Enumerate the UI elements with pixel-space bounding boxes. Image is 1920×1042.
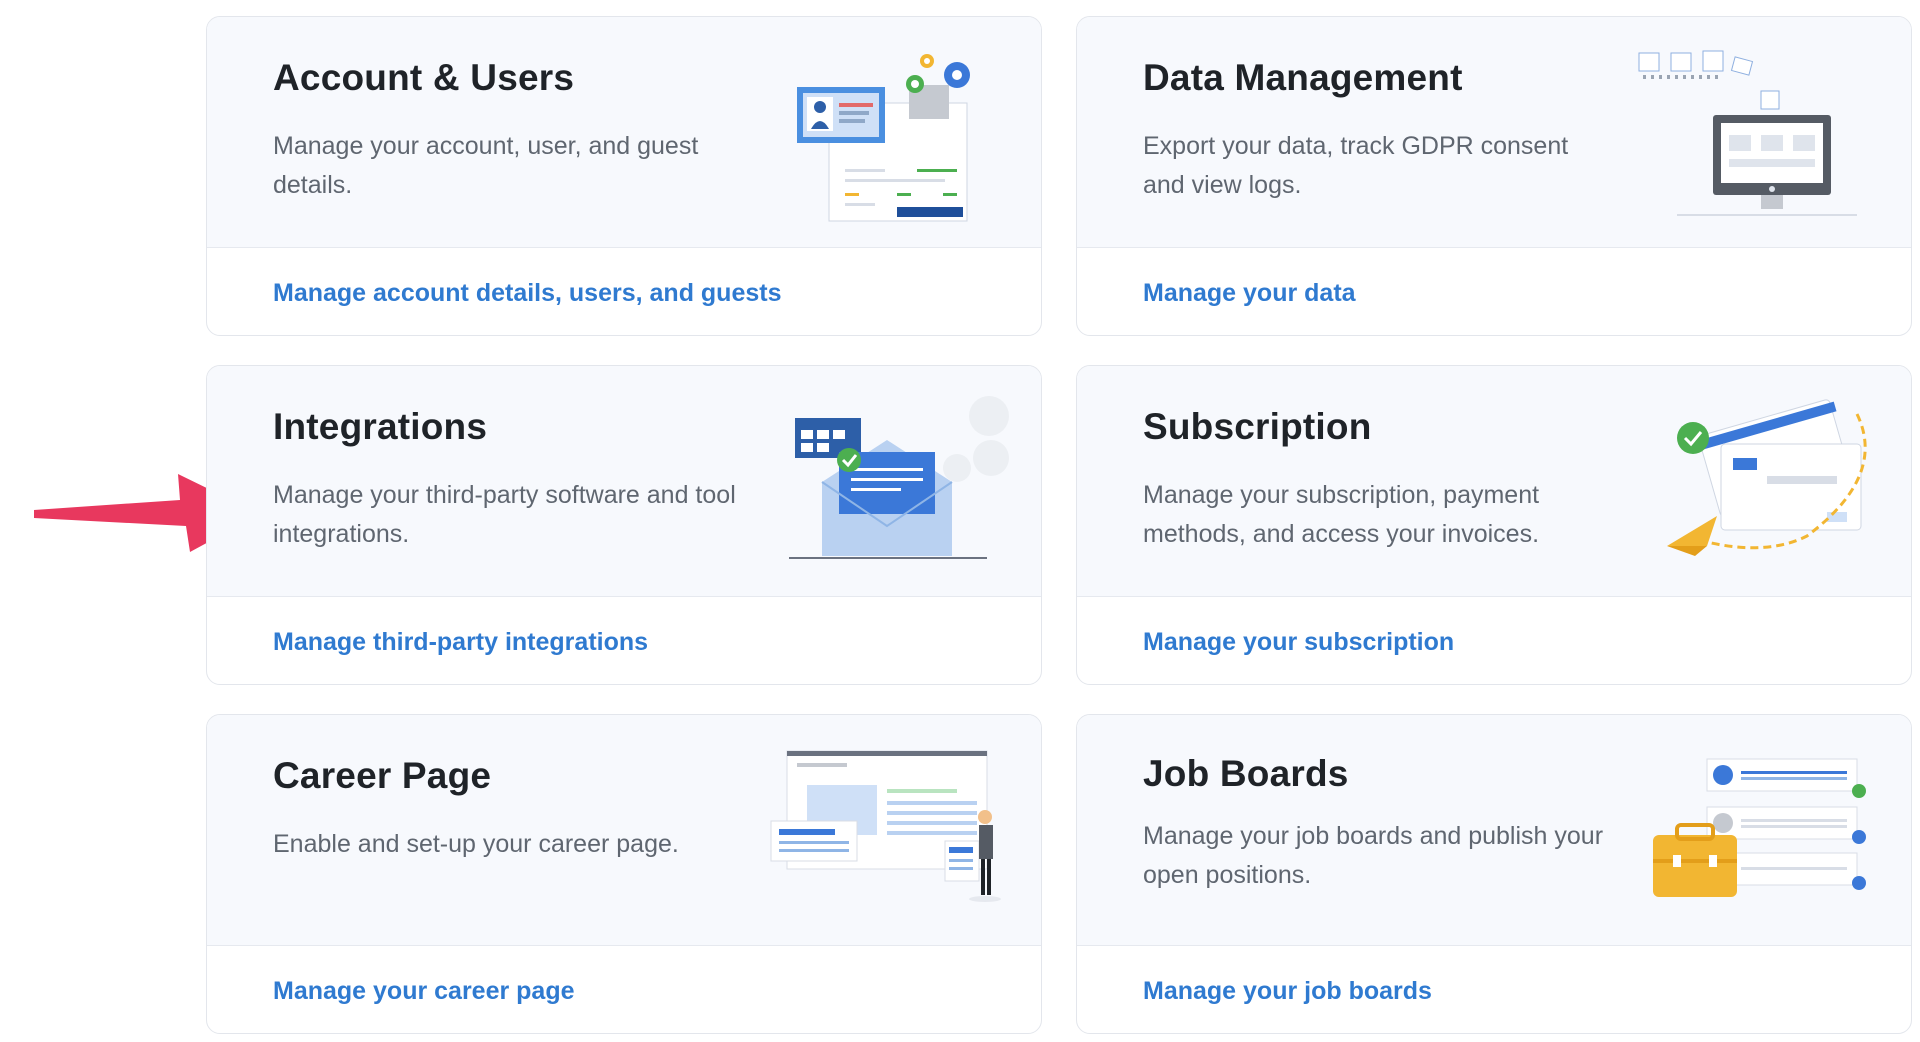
data-management-illustration <box>1638 50 1857 216</box>
card-career-page: Career Page Enable and set-up your caree… <box>206 714 1042 1034</box>
card-description: Manage your subscription, payment method… <box>1143 481 1540 548</box>
card-title: Career Page <box>273 755 492 796</box>
card-description: Enable and set-up your career page. <box>273 830 679 858</box>
manage-career-page-link[interactable]: Manage your career page <box>273 977 575 1006</box>
job-boards-illustration <box>1653 758 1866 897</box>
card-description: Manage your job boards and publish your … <box>1143 822 1604 889</box>
card-title: Account & Users <box>273 57 575 98</box>
card-description: Manage your third-party software and too… <box>273 481 736 548</box>
card-title: Subscription <box>1143 406 1372 447</box>
manage-data-link[interactable]: Manage your data <box>1143 279 1356 308</box>
card-description: Manage your account, user, and guest det… <box>273 132 699 199</box>
card-title: Job Boards <box>1143 753 1349 794</box>
manage-subscription-link[interactable]: Manage your subscription <box>1143 628 1454 657</box>
card-job-boards: Job Boards Manage your job boards and pu… <box>1076 714 1912 1034</box>
subscription-illustration <box>1667 399 1867 556</box>
manage-job-boards-link[interactable]: Manage your job boards <box>1143 977 1432 1006</box>
integrations-illustration <box>789 396 1009 559</box>
career-page-illustration <box>770 750 1001 902</box>
manage-integrations-link[interactable]: Manage third-party integrations <box>273 628 648 657</box>
card-description: Export your data, track GDPR consent and… <box>1143 132 1569 199</box>
card-title: Integrations <box>273 406 488 447</box>
account-users-illustration <box>797 54 970 222</box>
card-data-management: Data Management Export your data, track … <box>1076 16 1912 336</box>
manage-account-link[interactable]: Manage account details, users, and guest… <box>273 279 781 308</box>
card-integrations: Integrations Manage your third-party sof… <box>206 365 1042 685</box>
card-title: Data Management <box>1143 57 1463 98</box>
card-subscription: Subscription Manage your subscription, p… <box>1076 365 1912 685</box>
card-account-users: Account & Users Manage your account, use… <box>206 16 1042 336</box>
